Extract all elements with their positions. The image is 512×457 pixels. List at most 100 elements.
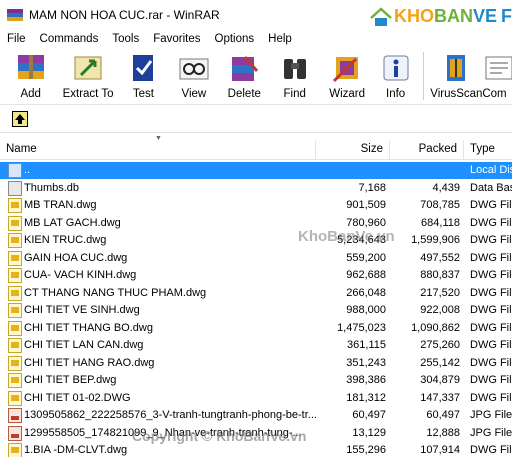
file-type: JPG File xyxy=(470,409,512,421)
dwg-file-icon xyxy=(8,303,22,318)
table-row[interactable]: CHI TIET 01-02.DWG 181,312 147,337 DWG File xyxy=(0,390,512,407)
file-name: Thumbs.db xyxy=(24,181,80,194)
file-packed-size: 60,497 xyxy=(426,409,460,421)
comment-button[interactable]: Com xyxy=(482,48,512,104)
delete-label: Delete xyxy=(227,88,261,100)
column-header-type[interactable]: Type xyxy=(464,140,512,160)
jpg-file-icon xyxy=(8,425,22,441)
list-header: Name Size Packed Type xyxy=(0,140,512,160)
menu-tools[interactable]: Tools xyxy=(105,33,146,45)
file-size: 351,243 xyxy=(346,356,386,369)
file-packed-size: 217,520 xyxy=(420,286,460,299)
test-icon xyxy=(133,55,154,81)
file-size: 988,000 xyxy=(346,304,386,316)
delete-button[interactable]: Delete xyxy=(220,48,269,104)
file-name: CHI TIET 01-02.DWG xyxy=(24,391,131,404)
dwg-file-icon xyxy=(8,268,22,283)
file-type: Local Disk xyxy=(470,164,512,176)
file-packed-size: 880,837 xyxy=(420,269,460,281)
file-size: 7,168 xyxy=(358,181,386,194)
table-row[interactable]: CHI TIET HANG RAO.dwg 351,243 255,142 DWG F… xyxy=(0,355,512,372)
virusscan-label: VirusScan xyxy=(430,88,483,100)
file-packed-size: 922,008 xyxy=(420,304,460,316)
table-row[interactable]: CHI TIET LAN CAN.dwg 361,115 275,260 DWG Fi… xyxy=(0,337,512,354)
file-size: 361,115 xyxy=(347,339,386,351)
file-size: 398,386 xyxy=(346,374,386,386)
table-row[interactable]: CUA- VACH KINH.dwg 962,688 880,837 DWG File xyxy=(0,267,512,284)
find-button[interactable]: Find xyxy=(269,48,320,104)
file-type: DWG File xyxy=(470,356,512,369)
winrar-app-icon xyxy=(7,7,23,23)
table-row[interactable]: CT THANG NANG THUC PHAM.dwg 266,048 217,52… xyxy=(0,285,512,302)
db-file-icon xyxy=(8,180,22,196)
address-bar xyxy=(0,104,512,132)
virusscan-icon xyxy=(447,55,466,81)
wizard-button[interactable]: Wizard xyxy=(320,48,373,104)
table-row[interactable]: KIEN TRUC.dwg 5,234,643 1,599,906 DWG File xyxy=(0,232,512,249)
info-label: Info xyxy=(386,88,406,100)
window-title: MAM NON HOA CUC.rar - WinRAR xyxy=(29,8,220,22)
dwg-file-icon xyxy=(8,250,22,266)
file-name: CHI TIET VE SINH.dwg xyxy=(24,304,140,316)
file-type: DWG File xyxy=(470,444,512,456)
table-row[interactable]: CHI TIET BEP.dwg 398,386 304,879 DWG File xyxy=(0,372,512,389)
table-row[interactable]: .. Local Disk xyxy=(0,162,512,179)
file-name: 1.BIA -DM-CLVT.dwg xyxy=(24,444,128,456)
table-row[interactable]: 1299558505_174821099_9_Nhan-ve-tranh-tra… xyxy=(0,425,512,442)
file-name: CUA- VACH KINH.dwg xyxy=(24,269,137,281)
table-row[interactable]: 1309505862_222258576_3-V-tranh-tungtranh… xyxy=(0,407,512,424)
dwg-file-icon xyxy=(8,338,22,353)
table-row[interactable]: Thumbs.db 7,168 4,439 Data Base xyxy=(0,180,512,197)
column-header-size[interactable]: Size xyxy=(316,140,390,160)
test-button[interactable]: Test xyxy=(119,48,168,104)
table-row[interactable]: 1.BIA -DM-CLVT.dwg 155,296 107,914 DWG File xyxy=(0,442,512,457)
menu-favorites[interactable]: Favorites xyxy=(146,33,207,45)
table-row[interactable]: CHI TIET VE SINH.dwg 988,000 922,008 DWG Fi… xyxy=(0,302,512,319)
wizard-icon xyxy=(333,57,359,83)
column-header-packed[interactable]: Packed xyxy=(390,140,464,160)
file-size: 780,960 xyxy=(346,216,386,229)
dwg-file-icon xyxy=(8,390,22,406)
file-packed-size: 107,914 xyxy=(420,444,460,456)
virusscan-button[interactable]: VirusScan xyxy=(430,48,482,104)
table-row[interactable]: MB LAT GACH.dwg 780,960 684,118 DWG File xyxy=(0,215,512,232)
table-row[interactable]: CHI TIET THANG BO.dwg 1,475,023 1,090,862 D… xyxy=(0,320,512,337)
file-size: 901,509 xyxy=(346,199,386,211)
file-type: DWG File xyxy=(470,391,512,404)
extract-to-button[interactable]: Extract To xyxy=(57,48,118,104)
menu-options[interactable]: Options xyxy=(208,33,262,45)
file-name: CHI TIET HANG RAO.dwg xyxy=(24,356,155,369)
info-button[interactable]: Info xyxy=(374,48,418,104)
view-button[interactable]: View xyxy=(168,48,219,104)
table-row[interactable]: MB TRAN.dwg 901,509 708,785 DWG File xyxy=(0,197,512,214)
file-name: CHI TIET THANG BO.dwg xyxy=(24,321,153,334)
file-type: DWG File xyxy=(470,321,512,334)
dwg-file-icon xyxy=(8,355,22,371)
table-row[interactable]: GAIN HOA CUC.dwg 559,200 497,552 DWG File xyxy=(0,250,512,267)
add-archive-icon xyxy=(17,55,44,79)
file-size: 266,048 xyxy=(346,286,386,299)
dwg-file-icon xyxy=(8,285,22,301)
file-packed-size: 12,888 xyxy=(426,426,460,439)
file-size: 962,688 xyxy=(346,269,386,281)
extract-folder-icon xyxy=(74,56,102,80)
file-type: JPG File xyxy=(470,426,512,439)
add-button[interactable]: Add xyxy=(4,48,57,104)
file-size: 155,296 xyxy=(346,444,386,456)
khobanve-logo-text: KHOBANVE xyxy=(393,6,497,26)
logo-partial-text: F xyxy=(501,6,512,26)
find-binoculars-icon xyxy=(283,59,306,79)
up-one-level-button[interactable] xyxy=(12,110,28,127)
info-icon xyxy=(383,55,409,81)
file-name: CHI TIET LAN CAN.dwg xyxy=(24,339,144,351)
menu-commands[interactable]: Commands xyxy=(33,33,106,45)
file-name: MB TRAN.dwg xyxy=(24,199,97,211)
menu-file[interactable]: File xyxy=(0,33,33,45)
jpg-file-icon xyxy=(8,408,22,423)
wizard-label: Wizard xyxy=(329,88,366,100)
toolbar: Add Extract To Test View Delete Find Wiz… xyxy=(0,48,512,104)
column-header-name[interactable]: Name xyxy=(0,140,316,160)
dwg-file-icon xyxy=(8,233,22,248)
comment-label: Com xyxy=(482,88,507,100)
menu-help[interactable]: Help xyxy=(261,33,299,45)
